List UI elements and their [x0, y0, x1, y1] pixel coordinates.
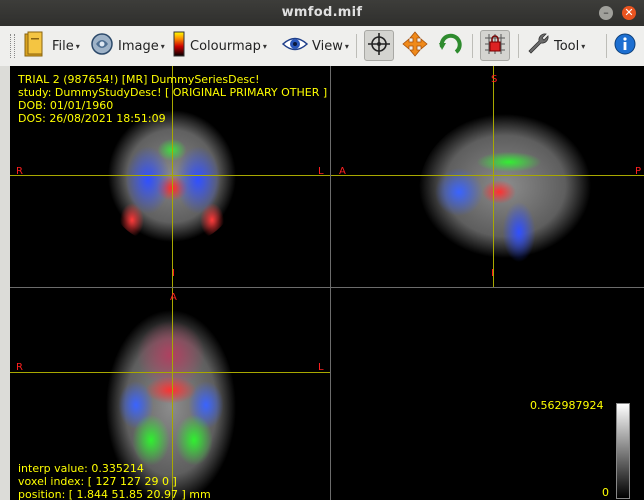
colourmap-menu-label: Colourmap — [190, 38, 261, 54]
focus-crosshair-icon — [367, 32, 391, 60]
lock-grid-icon — [483, 32, 507, 60]
interp-value-readout: interp value: 0.335214 — [18, 462, 144, 475]
tool-wrench-icon — [526, 32, 550, 60]
tool-menu-button[interactable]: Tool ▾ — [526, 26, 585, 66]
minimize-button[interactable]: – — [599, 6, 613, 20]
window-title-bar[interactable]: wmfod.mif – ✕ — [0, 0, 644, 26]
view-eye-icon — [281, 34, 309, 58]
view-menu-button[interactable]: View ▾ — [281, 26, 349, 66]
toolbar-separator — [606, 34, 607, 58]
toolbar-separator — [518, 34, 519, 58]
lock-tool-button[interactable] — [480, 30, 510, 61]
focus-tool-button[interactable] — [364, 30, 394, 61]
patient-info-dos: DOS: 26/08/2021 18:51:09 — [18, 112, 166, 125]
colourmap-menu-button[interactable]: Colourmap ▾ — [172, 26, 267, 66]
sagittal-crosshair-horizontal — [331, 175, 644, 176]
coronal-crosshair-horizontal — [10, 175, 330, 176]
move-icon — [402, 30, 428, 61]
pane-divider-horizontal[interactable] — [10, 287, 644, 288]
patient-info-dob: DOB: 01/01/1960 — [18, 99, 114, 112]
toolbar-separator — [356, 34, 357, 58]
axial-orientation-left: L — [318, 362, 324, 373]
image-menu-button[interactable]: Image ▾ — [90, 26, 165, 66]
chevron-down-icon: ▾ — [160, 41, 165, 51]
sagittal-orientation-posterior: P — [635, 166, 642, 177]
image-menu-label: Image — [118, 38, 159, 54]
colorbar-min-label: 0 — [602, 486, 609, 499]
coronal-orientation-right: R — [16, 166, 23, 177]
move-tool-button[interactable] — [400, 30, 430, 61]
pane-divider-vertical[interactable] — [330, 66, 331, 500]
view-menu-label: View — [312, 38, 343, 54]
coronal-orientation-left: L — [318, 166, 324, 177]
sagittal-orientation-inferior: I — [491, 268, 494, 279]
image-icon — [90, 32, 114, 60]
close-button[interactable]: ✕ — [622, 6, 636, 20]
file-icon — [22, 30, 48, 62]
info-icon — [613, 32, 637, 60]
colourmap-icon — [172, 31, 186, 61]
info-button[interactable] — [610, 30, 640, 61]
file-menu-label: File — [52, 38, 74, 54]
voxel-index-readout: voxel index: [ 127 127 29 0 ] — [18, 475, 177, 488]
colorbar — [616, 403, 630, 499]
coronal-crosshair-vertical — [172, 66, 173, 287]
axial-crosshair-vertical — [172, 288, 173, 500]
rotate-tool-button[interactable] — [436, 30, 466, 61]
sagittal-orientation-superior: S — [491, 74, 498, 85]
sagittal-brain-slice — [419, 112, 593, 262]
window-title: wmfod.mif — [281, 5, 363, 20]
chevron-down-icon: ▾ — [344, 41, 349, 51]
chevron-down-icon: ▾ — [581, 41, 586, 51]
axial-orientation-right: R — [16, 362, 23, 373]
patient-info-line1: TRIAL 2 (987654!) [MR] DummySeriesDesc! — [18, 73, 260, 86]
coronal-orientation-inferior: I — [172, 268, 175, 279]
sagittal-view-pane[interactable]: S A P I — [331, 66, 644, 287]
toolbar-grip[interactable] — [10, 34, 15, 58]
sagittal-orientation-anterior: A — [339, 166, 346, 177]
colorbar-max-label: 0.562987924 — [530, 399, 604, 412]
axial-crosshair-horizontal — [10, 372, 330, 373]
image-viewer[interactable]: R L I S A P I A R L TRIAL 2 (987654!) [M… — [10, 66, 644, 500]
file-menu-button[interactable]: File ▾ — [22, 26, 80, 66]
axial-orientation-anterior: A — [170, 292, 177, 303]
chevron-down-icon: ▾ — [262, 41, 267, 51]
position-readout: position: [ 1.844 51.85 20.97 ] mm — [18, 488, 211, 500]
toolbar-separator — [472, 34, 473, 58]
main-toolbar: File ▾ Image ▾ Colourmap ▾ View ▾ Tool ▾ — [0, 26, 644, 67]
sagittal-crosshair-vertical — [493, 66, 494, 287]
rotate-icon — [438, 31, 464, 61]
chevron-down-icon: ▾ — [75, 41, 80, 51]
left-dock-strip — [0, 66, 10, 500]
patient-info-line2: study: DummyStudyDesc! [ ORIGINAL PRIMAR… — [18, 86, 328, 99]
tool-menu-label: Tool — [554, 38, 580, 54]
